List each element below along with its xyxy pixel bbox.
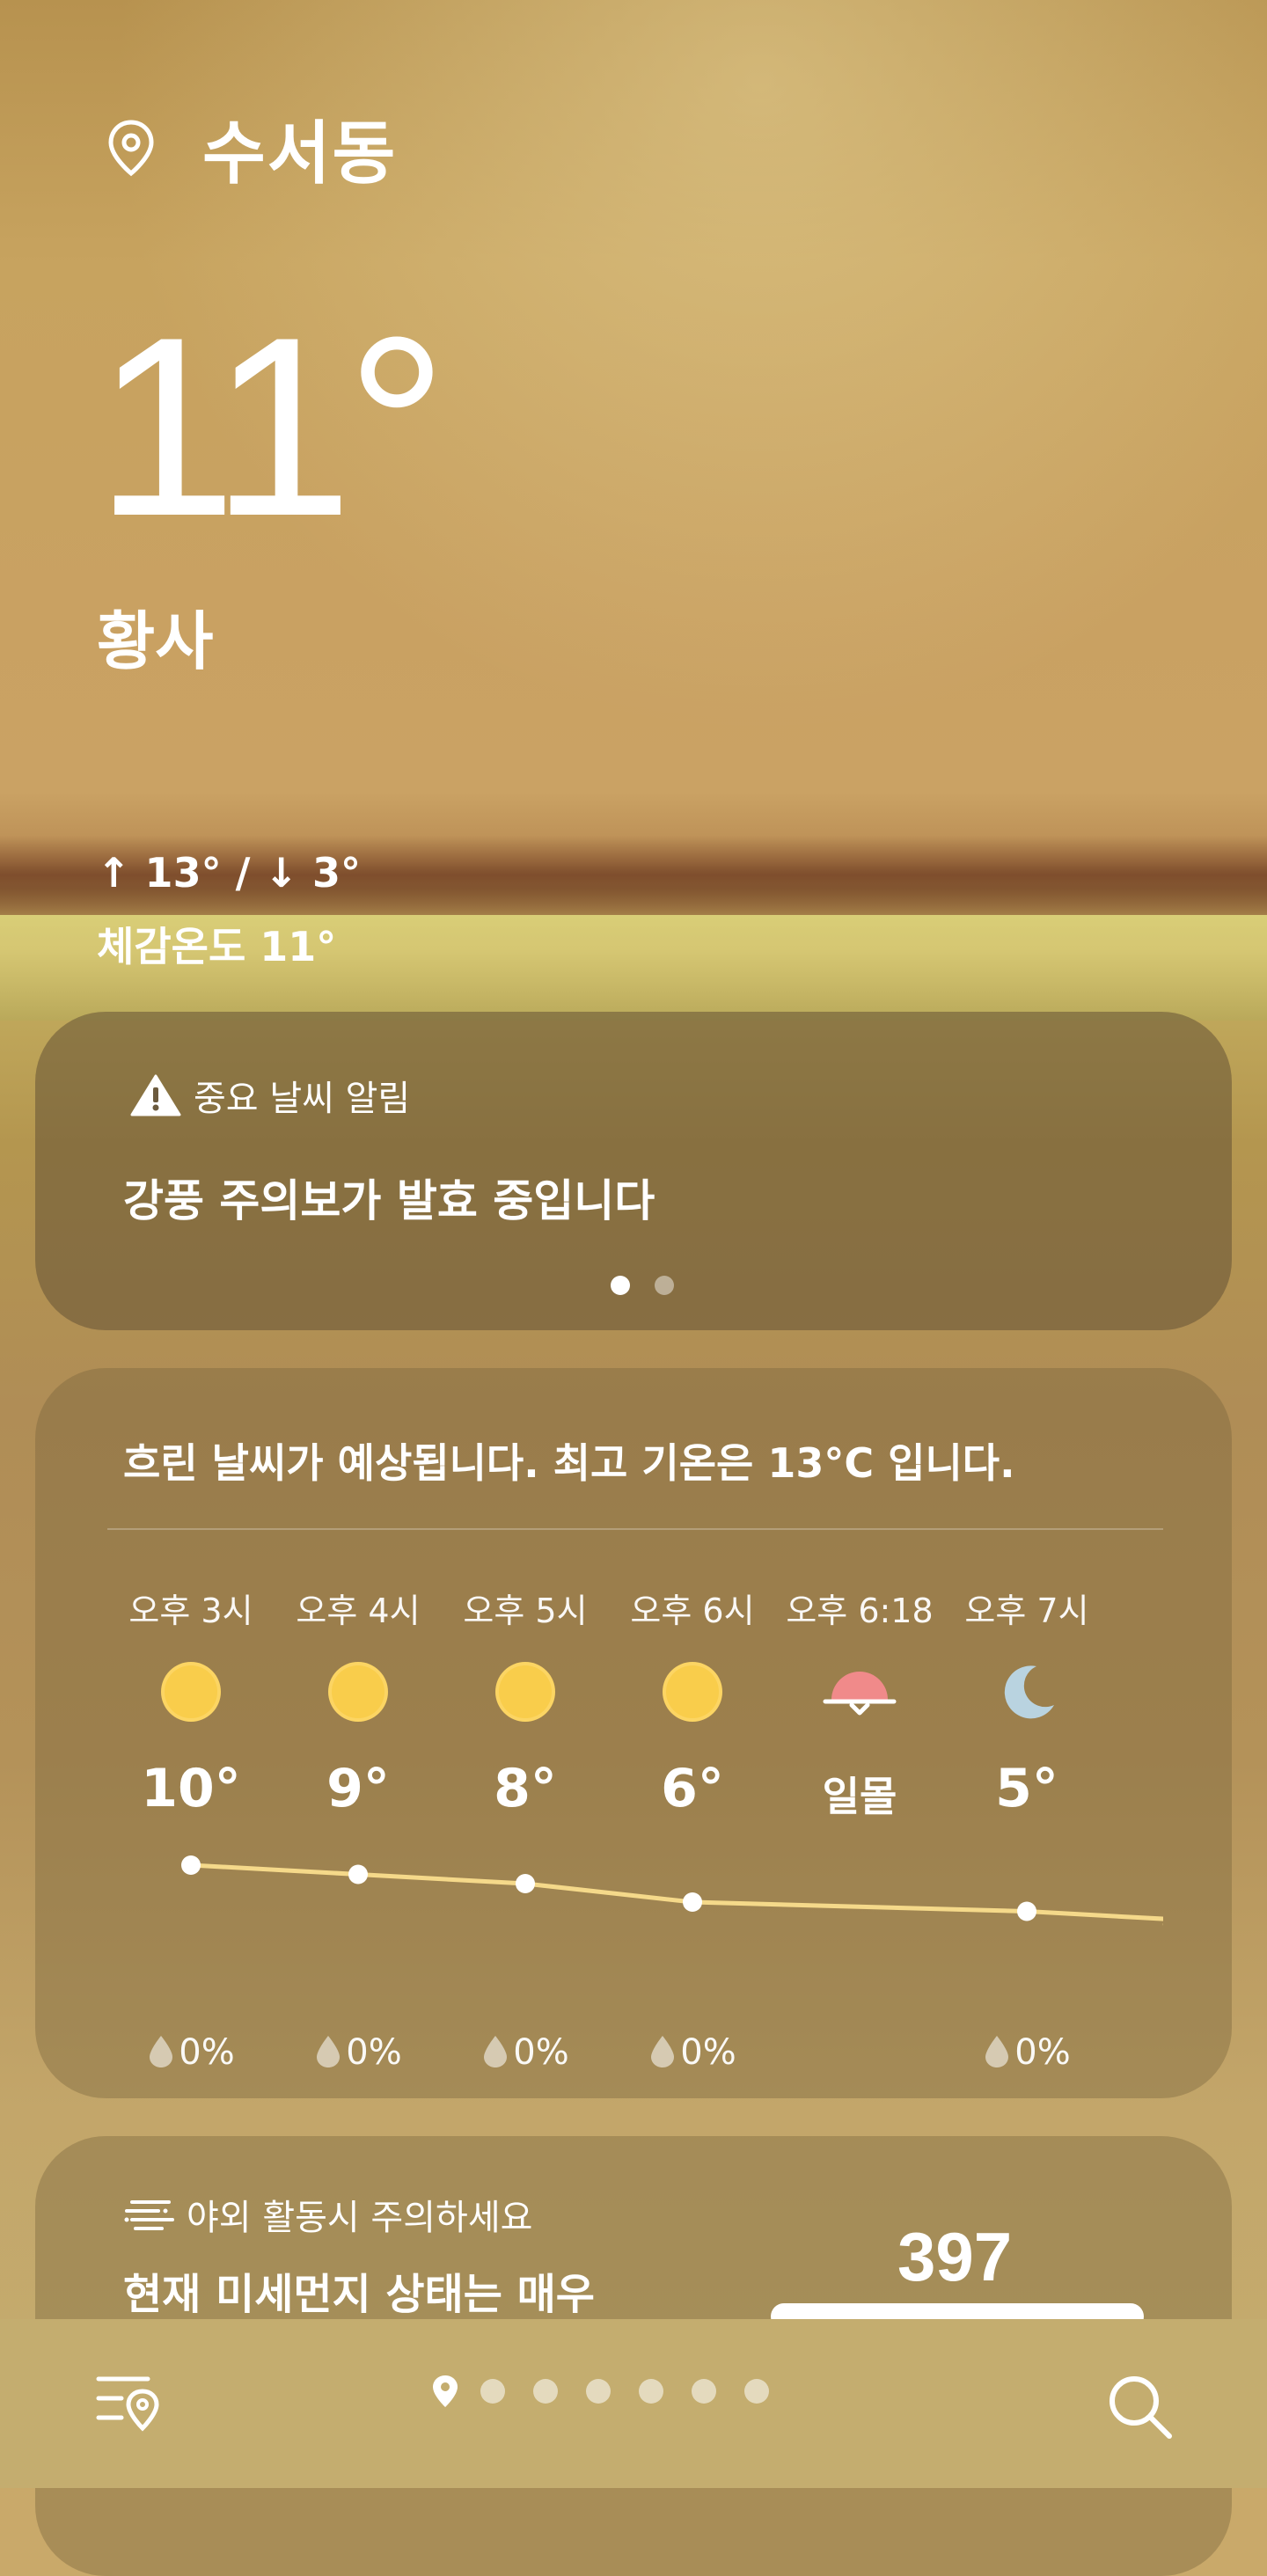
hour-column: 오후 6시 6° 0% <box>609 1584 776 2073</box>
weather-condition: 황사 <box>97 604 214 678</box>
feels-like-temperature: 체감온도 11° <box>97 923 337 970</box>
weather-alert-card[interactable]: 중요 날씨 알림 강풍 주의보가 발효 중입니다 <box>35 1012 1232 1330</box>
map-pin-icon <box>108 120 154 177</box>
page-dot[interactable] <box>533 2379 558 2404</box>
location-pager[interactable] <box>431 2374 783 2409</box>
alert-message: 강풍 주의보가 발효 중입니다 <box>123 1175 655 1226</box>
hourly-forecast-card: 흐린 날씨가 예상됩니다. 최고 기온은 13°C 입니다. 오후 3시 10° 0… <box>35 1368 1232 2098</box>
hour-time: 오후 3시 <box>128 1592 253 1630</box>
bottom-navigation <box>0 2319 1267 2488</box>
hour-column: 오후 3시 10° 0% <box>107 1584 275 2073</box>
alert-header: 중요 날씨 알림 <box>130 1070 410 1121</box>
search-icon[interactable] <box>1105 2372 1174 2441</box>
sun-icon <box>107 1652 275 1731</box>
warning-triangle-icon <box>130 1074 181 1116</box>
temperature-point <box>683 1892 702 1912</box>
hour-precipitation: 0% <box>943 2032 1110 2073</box>
page-dot[interactable] <box>639 2379 663 2404</box>
hour-column: 오후 5시 8° 0% <box>442 1584 609 2073</box>
hour-time: 오후 6:18 <box>786 1592 934 1630</box>
sun-icon <box>609 1652 776 1731</box>
hour-temperature: 9° <box>326 1758 390 1819</box>
dust-header-label: 야외 활동시 주의하세요 <box>187 2198 533 2238</box>
location-list-icon[interactable] <box>95 2372 162 2435</box>
current-location-icon[interactable] <box>431 2374 459 2409</box>
hourly-forecast-list[interactable]: 오후 3시 10° 0% 오후 4시 9° 0% 오후 5시 8° 0% 오후 6시 6° 0% 오후 … <box>107 1368 1163 2098</box>
page-dot[interactable] <box>586 2379 611 2404</box>
hour-column: 오후 7시 5° 0% <box>943 1584 1110 2073</box>
page-dot[interactable] <box>744 2379 769 2404</box>
alert-page-dot-2[interactable] <box>655 1276 674 1295</box>
raindrop-icon <box>484 2036 508 2067</box>
raindrop-icon <box>651 2036 675 2067</box>
hour-temperature: 10° <box>141 1758 241 1819</box>
dust-value: 397 <box>897 2218 1013 2295</box>
hour-precipitation-value: 0% <box>1014 2032 1071 2073</box>
raindrop-icon <box>317 2036 341 2067</box>
sun-icon <box>442 1652 609 1731</box>
hour-temperature: 4 <box>1110 1758 1163 1819</box>
hour-time: 오후 7시 <box>964 1592 1089 1630</box>
high-low-temperature: ↑ 13° / ↓ 3° <box>97 849 361 896</box>
hour-precipitation: 0% <box>609 2032 776 2073</box>
location[interactable]: 수서동 <box>104 99 397 197</box>
current-temperature: 11° <box>95 284 448 569</box>
hour-precipitation-value: 0% <box>513 2032 569 2073</box>
temperature-line <box>190 1862 1163 1926</box>
alert-header-label: 중요 날씨 알림 <box>194 1079 411 1119</box>
hour-precipitation: 0% <box>107 2032 275 2073</box>
page-dot[interactable] <box>692 2379 716 2404</box>
moon-icon <box>943 1652 1110 1731</box>
hour-time: 오후 5시 <box>463 1592 588 1630</box>
hour-precipitation-value: 0% <box>179 2032 235 2073</box>
dust-icon <box>124 2200 174 2230</box>
hour-temperature: 8° <box>494 1758 557 1819</box>
temperature-point <box>181 1855 201 1875</box>
hour-column: 오후 4시 9° 0% <box>275 1584 442 2073</box>
hour-temperature: 일몰 <box>822 1773 897 1820</box>
temperature-point <box>516 1874 535 1893</box>
raindrop-icon <box>985 2036 1009 2067</box>
hour-column: 오후 6:18 일몰 <box>776 1584 943 1823</box>
hour-column: 오후 4 <box>1110 1584 1163 1819</box>
raindrop-icon <box>150 2036 173 2067</box>
hour-time: 오후 4시 <box>296 1592 421 1630</box>
hour-precipitation: 0% <box>442 2032 609 2073</box>
hour-time: 오후 <box>1110 1584 1163 1628</box>
dust-message: 현재 미세먼지 상태는 매우 <box>123 2270 595 2319</box>
alert-page-dot-1[interactable] <box>611 1276 630 1295</box>
alert-pagination[interactable] <box>598 1276 686 1295</box>
hour-precipitation: 0% <box>275 2032 442 2073</box>
temperature-point <box>1017 1901 1036 1921</box>
hour-precipitation-value: 0% <box>346 2032 402 2073</box>
dust-header: 야외 활동시 주의하세요 <box>123 2189 532 2240</box>
hour-temperature: 5° <box>995 1758 1058 1819</box>
sunset-icon <box>776 1652 943 1731</box>
page-dot[interactable] <box>480 2379 505 2404</box>
location-name: 수서동 <box>202 114 398 194</box>
moon-icon <box>1110 1652 1163 1731</box>
hour-precipitation-value: 0% <box>680 2032 736 2073</box>
sun-icon <box>275 1652 442 1731</box>
hour-time: 오후 6시 <box>630 1592 755 1630</box>
temperature-point <box>348 1864 368 1884</box>
hour-temperature: 6° <box>661 1758 724 1819</box>
